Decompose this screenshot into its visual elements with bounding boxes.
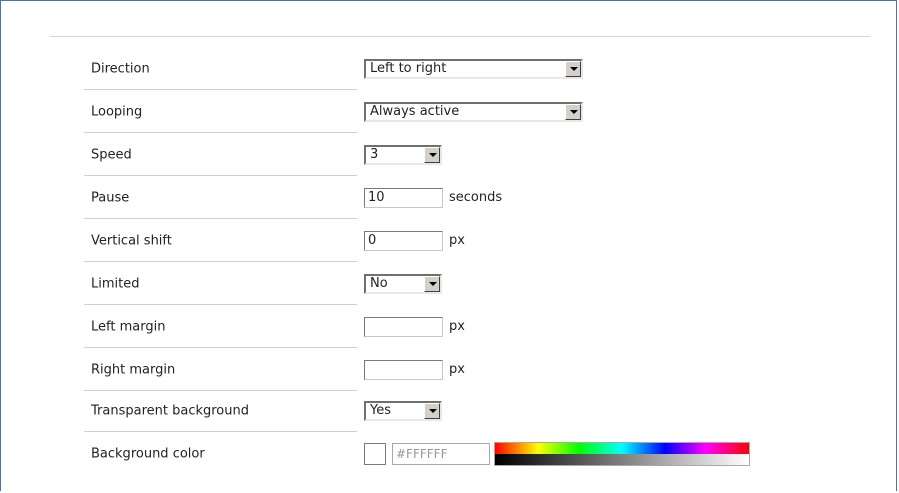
chevron-down-icon[interactable]: [424, 275, 440, 292]
direction-select[interactable]: Left to right: [364, 58, 583, 79]
transparent-background-label: Transparent background: [91, 403, 249, 418]
setting-row-left-margin: Left margin px: [84, 305, 864, 348]
transparent-background-select-value: Yes: [370, 402, 391, 418]
pause-input[interactable]: 10: [364, 187, 443, 208]
chevron-down-icon[interactable]: [424, 146, 440, 163]
speed-select[interactable]: 3: [364, 144, 442, 165]
chevron-down-icon[interactable]: [424, 402, 440, 419]
color-palette-icon[interactable]: [494, 441, 750, 466]
limited-select[interactable]: No: [364, 273, 442, 294]
chevron-down-icon[interactable]: [565, 60, 581, 77]
hex-color-input[interactable]: #FFFFFF: [392, 442, 490, 465]
vertical-shift-input[interactable]: 0: [364, 230, 443, 251]
limited-label: Limited: [91, 276, 140, 291]
setting-row-looping: Looping Always active: [84, 90, 864, 133]
chevron-down-icon[interactable]: [565, 103, 581, 120]
looping-select-value: Always active: [370, 103, 460, 119]
setting-row-vertical-shift: Vertical shift 0 px: [84, 219, 864, 262]
vertical-shift-label: Vertical shift: [91, 233, 172, 248]
setting-row-background-color: Background color #FFFFFF: [84, 432, 864, 475]
direction-select-value: Left to right: [370, 60, 447, 76]
setting-row-limited: Limited No: [84, 262, 864, 305]
limited-select-value: No: [370, 275, 388, 291]
hue-gradient-bar[interactable]: [495, 442, 749, 454]
looping-label: Looping: [91, 104, 143, 119]
top-divider: [50, 36, 870, 37]
transparent-background-select[interactable]: Yes: [364, 400, 442, 421]
looping-select[interactable]: Always active: [364, 101, 583, 122]
background-color-label: Background color: [91, 446, 205, 461]
speed-label: Speed: [91, 147, 132, 162]
pause-unit: seconds: [449, 190, 503, 205]
color-swatch[interactable]: [364, 442, 386, 465]
setting-row-direction: Direction Left to right: [84, 47, 864, 90]
speed-select-value: 3: [370, 146, 379, 162]
pause-label: Pause: [91, 190, 130, 205]
left-margin-label: Left margin: [91, 319, 166, 334]
left-margin-input[interactable]: [364, 316, 443, 337]
grayscale-gradient-bar[interactable]: [495, 453, 749, 465]
direction-label: Direction: [91, 61, 150, 76]
right-margin-input[interactable]: [364, 359, 443, 380]
setting-row-transparent-background: Transparent background Yes: [84, 389, 864, 432]
setting-row-pause: Pause 10 seconds: [84, 176, 864, 219]
right-margin-unit: px: [449, 362, 465, 377]
setting-row-speed: Speed 3: [84, 133, 864, 176]
left-margin-unit: px: [449, 319, 465, 334]
right-margin-label: Right margin: [91, 362, 176, 377]
setting-row-right-margin: Right margin px: [84, 348, 864, 391]
vertical-shift-unit: px: [449, 233, 465, 248]
